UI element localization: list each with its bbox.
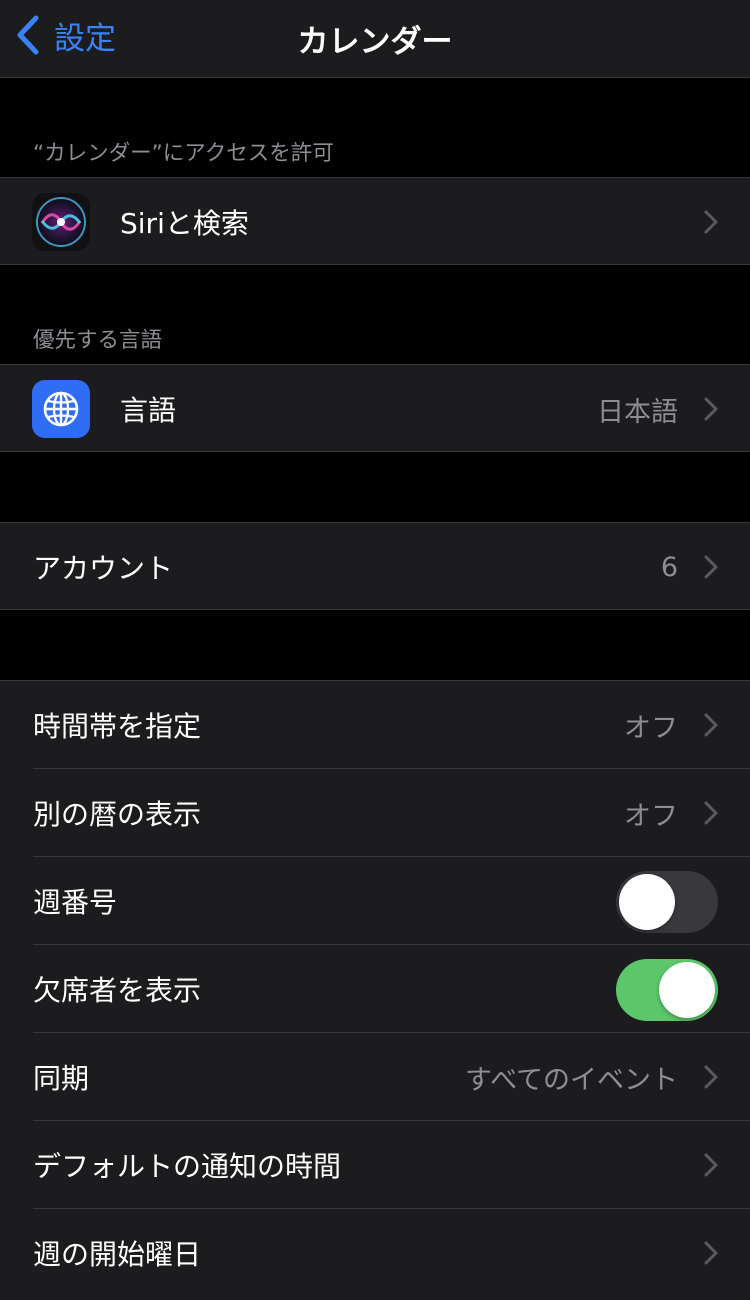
show-declined-row: 欠席者を表示 bbox=[0, 945, 750, 1033]
week-numbers-row: 週番号 bbox=[0, 857, 750, 945]
show-declined-label: 欠席者を表示 bbox=[33, 974, 202, 1007]
language-label: 言語 bbox=[120, 394, 177, 427]
globe-icon bbox=[32, 380, 90, 438]
sync-value: すべてのイベント bbox=[464, 1064, 678, 1096]
accounts-group: アカウント 6 bbox=[0, 522, 750, 610]
alternate-calendars-label: 別の暦の表示 bbox=[33, 798, 202, 831]
accounts-count: 6 bbox=[660, 551, 678, 583]
toggle-knob bbox=[659, 962, 715, 1018]
sync-row[interactable]: 同期 すべてのイベント bbox=[0, 1033, 750, 1121]
toggle-knob bbox=[619, 874, 675, 930]
chevron-right-icon bbox=[704, 1241, 718, 1265]
alternate-calendars-value: オフ bbox=[624, 800, 678, 832]
language-row[interactable]: 言語 日本語 bbox=[0, 365, 750, 453]
chevron-right-icon bbox=[704, 1065, 718, 1089]
timezone-override-label: 時間帯を指定 bbox=[33, 710, 202, 743]
siri-search-row[interactable]: Siriと検索 bbox=[0, 178, 750, 266]
siri-icon bbox=[32, 193, 90, 251]
chevron-right-icon bbox=[704, 210, 718, 234]
siri-search-label: Siriと検索 bbox=[120, 207, 249, 240]
chevron-right-icon bbox=[704, 555, 718, 579]
default-alert-times-label: デフォルトの通知の時間 bbox=[33, 1150, 342, 1183]
sync-label: 同期 bbox=[33, 1062, 90, 1095]
access-group: Siriと検索 bbox=[0, 177, 750, 265]
section-header-language: 優先する言語 bbox=[33, 328, 163, 353]
alternate-calendars-row[interactable]: 別の暦の表示 オフ bbox=[0, 769, 750, 857]
accounts-label: アカウント bbox=[33, 552, 174, 585]
calendar-settings-group: 時間帯を指定 オフ 別の暦の表示 オフ 週番号 欠席者を表示 同期 すべてのイベ… bbox=[0, 680, 750, 1300]
chevron-right-icon bbox=[704, 713, 718, 737]
chevron-right-icon bbox=[704, 1153, 718, 1177]
accounts-row[interactable]: アカウント 6 bbox=[0, 523, 750, 611]
default-alert-times-row[interactable]: デフォルトの通知の時間 bbox=[0, 1121, 750, 1209]
start-week-on-label: 週の開始曜日 bbox=[33, 1238, 202, 1271]
chevron-right-icon bbox=[704, 397, 718, 421]
language-value: 日本語 bbox=[597, 396, 678, 428]
week-numbers-label: 週番号 bbox=[33, 886, 118, 919]
timezone-override-value: オフ bbox=[624, 712, 678, 744]
week-numbers-toggle[interactable] bbox=[616, 871, 718, 933]
chevron-right-icon bbox=[704, 801, 718, 825]
page-title: カレンダー bbox=[297, 24, 453, 60]
navigation-bar: 設定 カレンダー bbox=[0, 0, 750, 78]
section-header-access: “カレンダー”にアクセスを許可 bbox=[33, 141, 334, 166]
language-group: 言語 日本語 bbox=[0, 364, 750, 452]
show-declined-toggle[interactable] bbox=[616, 959, 718, 1021]
timezone-override-row[interactable]: 時間帯を指定 オフ bbox=[0, 681, 750, 769]
